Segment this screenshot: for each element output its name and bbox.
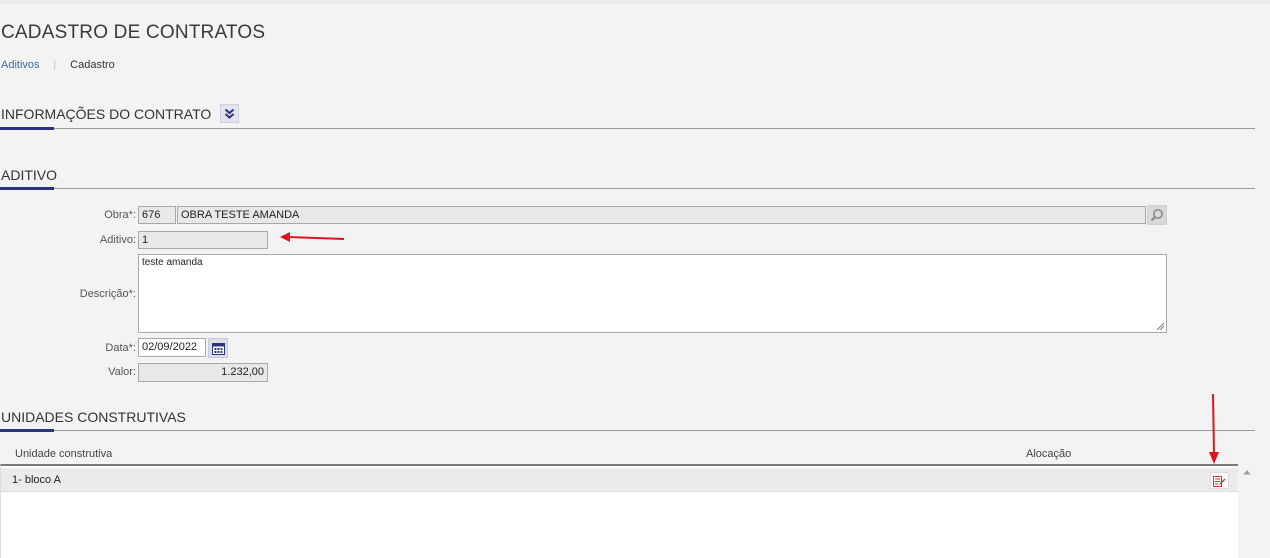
descricao-label: Descrição*: [79,288,136,300]
annotation-arrow-left [280,232,345,242]
section-units: UNIDADES CONSTRUTIVAS [0,402,1255,432]
section-title-aditivo: ADITIVO [1,167,58,183]
descricao-textarea[interactable]: teste amanda [138,254,1167,333]
resize-grip-icon[interactable] [1157,323,1164,330]
descricao-text: teste amanda [142,257,203,268]
column-header-alocacao[interactable]: Alocação [1026,448,1071,460]
search-icon [1150,209,1163,222]
aditivo-label: Aditivo: [99,234,136,246]
column-header-unidade[interactable]: Unidade construtiva [15,448,112,460]
data-field[interactable]: 02/09/2022 [138,338,206,357]
obra-search-button[interactable] [1147,205,1167,225]
section-title-contract-info: INFORMAÇÕES DO CONTRATO [1,105,212,122]
breadcrumb-current: Cadastro [70,59,115,71]
grid-body: 1- bloco A [0,464,1238,558]
section-accent [0,187,54,190]
top-bar [0,0,1270,4]
breadcrumb: Aditivos | Cadastro [1,59,115,71]
table-row[interactable]: 1- bloco A [1,468,1238,492]
chevron-double-down-icon [225,108,235,119]
obra-label: Obra*: [104,209,136,221]
edit-icon [1213,475,1226,487]
valor-field[interactable]: 1.232,00 [138,363,268,382]
section-accent [0,127,54,130]
page-title: CADASTRO DE CONTRATOS [1,22,266,43]
triangle-up-icon[interactable] [1242,468,1252,476]
calendar-button[interactable] [208,338,228,358]
obra-code-field[interactable]: 676 [138,206,176,224]
aditivo-field[interactable]: 1 [138,231,268,249]
data-label: Data*: [105,342,136,354]
section-aditivo: ADITIVO [0,160,1255,190]
calendar-icon [211,342,225,355]
cell-unidade: 1- bloco A [12,474,61,486]
obra-name-field[interactable]: OBRA TESTE AMANDA [177,206,1146,224]
edit-row-button[interactable] [1210,472,1229,489]
collapse-section-button[interactable] [220,104,240,123]
breadcrumb-separator: | [53,59,57,71]
grid-header: Unidade construtiva Alocação [0,445,1255,465]
valor-label: Valor: [108,366,136,378]
breadcrumb-link-aditivos[interactable]: Aditivos [1,59,40,71]
grid-scrollbar[interactable] [1239,464,1255,558]
section-contract-info: INFORMAÇÕES DO CONTRATO [0,96,1255,130]
section-title-units: UNIDADES CONSTRUTIVAS [1,409,186,425]
section-accent [0,429,54,432]
